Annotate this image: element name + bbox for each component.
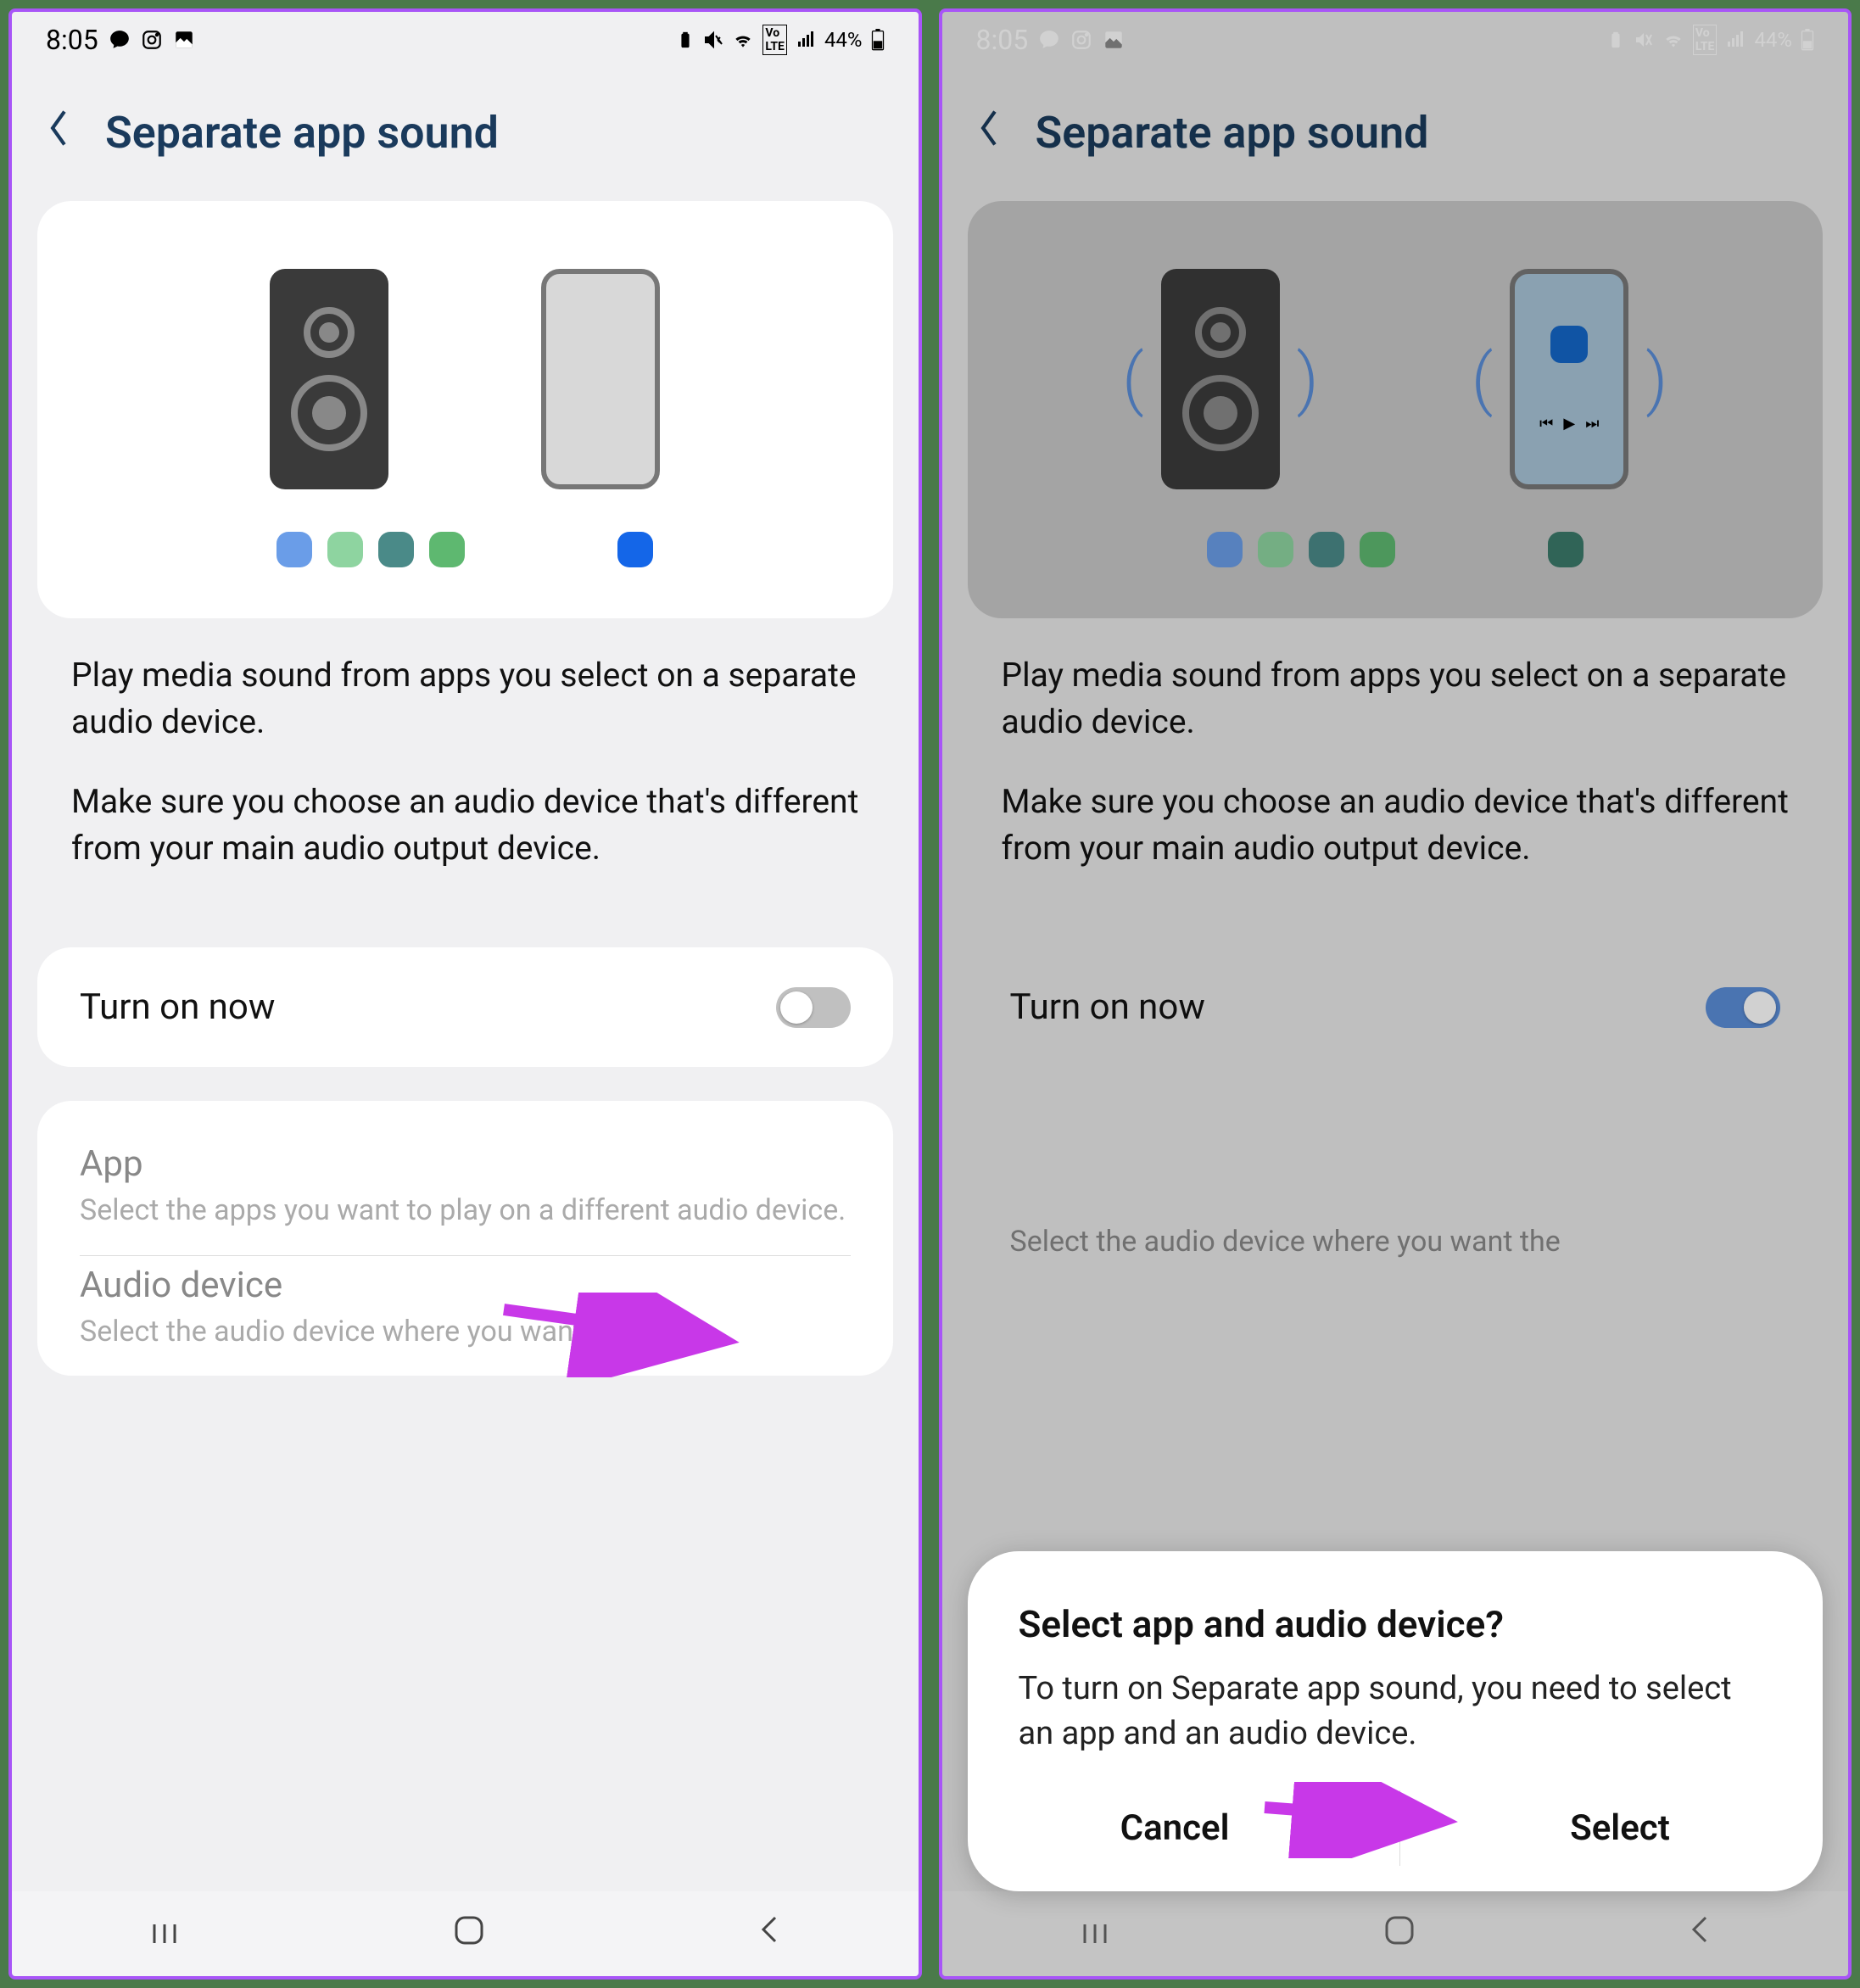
volte-icon: VoLTE (762, 25, 787, 55)
battery-percent: 44% (824, 28, 863, 52)
home-button[interactable] (1315, 1895, 1483, 1973)
phone-illustration-active: ⏮▶⏭ (1510, 269, 1628, 489)
image-icon (173, 29, 195, 51)
sound-wave-icon (1122, 339, 1144, 419)
back-nav-button[interactable] (689, 1895, 850, 1973)
dialog-text: To turn on Separate app sound, you need … (1019, 1667, 1773, 1756)
messages-icon (1038, 29, 1060, 51)
description-text: Play media sound from apps you select on… (12, 652, 919, 947)
illustration-card: ⏮▶⏭ (968, 201, 1824, 618)
app-dots-left (276, 532, 465, 567)
phone-screen-right: 8:05 (939, 8, 1852, 1980)
arrow-annotation (1256, 1782, 1477, 1858)
back-nav-button[interactable] (1619, 1895, 1780, 1973)
back-button[interactable] (37, 98, 80, 167)
signal-icon (796, 30, 816, 50)
app-dots-right (617, 532, 653, 567)
app-dots-left (1207, 532, 1395, 567)
app-dots-right (1548, 532, 1584, 567)
speaker-illustration (270, 269, 388, 489)
illustration-card (37, 201, 893, 618)
page-header: Separate app sound (942, 64, 1849, 193)
recents-button[interactable] (80, 1895, 249, 1973)
select-button[interactable]: Select (1536, 1790, 1704, 1866)
recents-button[interactable] (1010, 1895, 1180, 1973)
sound-wave-icon (1472, 339, 1494, 419)
toggle-label: Turn on now (80, 986, 275, 1028)
battery-saver-icon (1606, 31, 1625, 49)
toggle-label: Turn on now (1010, 986, 1205, 1028)
dialog-title: Select app and audio device? (1019, 1602, 1773, 1646)
sound-wave-icon (1645, 339, 1667, 419)
audio-device-option[interactable]: Select the audio device where you want t… (1010, 1215, 1781, 1286)
cancel-button[interactable]: Cancel (1086, 1790, 1264, 1866)
phone-illustration (541, 269, 660, 489)
description-text: Play media sound from apps you select on… (942, 652, 1849, 947)
status-bar: 8:05 (12, 12, 919, 64)
status-time: 8:05 (46, 24, 98, 56)
mute-icon (703, 30, 723, 50)
signal-icon (1725, 30, 1745, 50)
turn-on-now-row[interactable]: Turn on now (37, 947, 893, 1067)
battery-percent: 44% (1754, 28, 1792, 52)
mute-icon (1634, 30, 1654, 50)
instagram-icon (141, 29, 163, 51)
options-card: Select the audio device where you want t… (968, 1045, 1824, 1286)
wifi-icon (1662, 29, 1684, 51)
home-button[interactable] (385, 1895, 553, 1973)
turn-on-now-row[interactable]: Turn on now (968, 947, 1824, 1045)
image-icon (1103, 29, 1125, 51)
instagram-icon (1070, 29, 1092, 51)
battery-saver-icon (676, 31, 695, 49)
status-time: 8:05 (976, 24, 1029, 56)
page-title: Separate app sound (1036, 107, 1429, 159)
arrow-annotation (495, 1293, 767, 1377)
messages-icon (109, 29, 131, 51)
back-button[interactable] (968, 98, 1010, 167)
turn-on-toggle[interactable] (1706, 987, 1780, 1028)
sound-wave-icon (1297, 339, 1319, 419)
page-title: Separate app sound (105, 107, 499, 159)
app-option[interactable]: App Select the apps you want to play on … (80, 1135, 851, 1255)
navigation-bar (12, 1891, 919, 1976)
navigation-bar (942, 1891, 1849, 1976)
speaker-illustration (1161, 269, 1280, 489)
volte-icon: VoLTE (1693, 25, 1718, 55)
select-app-dialog: Select app and audio device? To turn on … (968, 1551, 1824, 1891)
status-bar: 8:05 (942, 12, 1849, 64)
battery-icon (871, 29, 885, 51)
turn-on-toggle[interactable] (776, 987, 851, 1028)
page-header: Separate app sound (12, 64, 919, 193)
wifi-icon (732, 29, 754, 51)
phone-screen-left: 8:05 (8, 8, 922, 1980)
battery-icon (1801, 29, 1814, 51)
